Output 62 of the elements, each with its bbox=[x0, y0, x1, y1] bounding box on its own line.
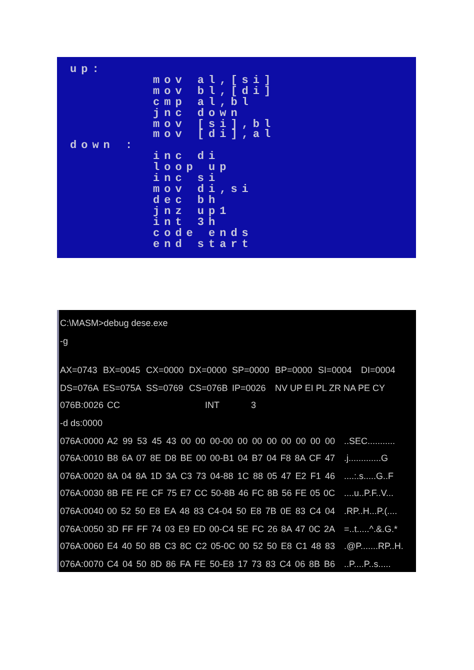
register-value: CS=076B bbox=[189, 382, 229, 395]
code-label: up: bbox=[70, 65, 104, 76]
dump-ascii: .j.............G bbox=[344, 452, 388, 466]
dump-ascii: ....:.s.....G..F bbox=[344, 470, 394, 483]
register-value: CX=0000 bbox=[146, 364, 185, 378]
dump-bytes: A2 99 53 45 43 00 00 00-00 00 00 00 00 00 00 00 bbox=[107, 434, 335, 448]
dump-address: 076A:0060 bbox=[60, 540, 105, 554]
code-line: mov al,[si] bbox=[153, 76, 276, 87]
instruction-operand: 3 bbox=[251, 399, 256, 412]
dump-ascii: .@P.......RP..H. bbox=[344, 540, 404, 554]
code-line: code ends bbox=[153, 228, 253, 240]
code-line: jnz up1 bbox=[153, 206, 231, 218]
register-value: DX=0000 bbox=[189, 364, 228, 378]
code-line: jnc down bbox=[153, 108, 242, 120]
code-line: dec bh bbox=[153, 196, 220, 207]
register-value: DS=076A bbox=[60, 382, 100, 395]
flags-text: NV UP EI PL ZR NA PE CY bbox=[275, 382, 386, 395]
instruction-bytes: CC bbox=[107, 399, 121, 412]
register-value: IP=0026 bbox=[232, 382, 267, 395]
code-line: int 3h bbox=[153, 218, 220, 229]
dump-address: 076A:0020 bbox=[60, 470, 105, 483]
dump-ascii: ..SEC........... bbox=[344, 434, 396, 448]
code-label: down : bbox=[70, 141, 137, 152]
dump-address: 076A:0000 bbox=[60, 434, 105, 448]
register-value: SP=0000 bbox=[232, 364, 270, 378]
dump-bytes: 8A 04 8A 1D 3A C3 73 04-88 1C 88 05 47 E2 F1 46 bbox=[107, 470, 335, 483]
dump-bytes: C4 04 50 8D 86 FA FE 50-E8 17 73 83 C4 06 8B B6 bbox=[107, 558, 335, 571]
code-line: mov [si],bl bbox=[153, 120, 276, 130]
console-line: -g bbox=[60, 334, 68, 348]
dump-bytes: B8 6A 07 8E D8 BE 00 00-B1 04 B7 04 F8 8A CF 47 bbox=[107, 452, 335, 466]
console-line: -d ds:0000 bbox=[60, 416, 103, 430]
register-value: BP=0000 bbox=[275, 364, 314, 378]
dump-bytes: 8B FE FE CF 75 E7 CC 50-8B 46 FC 8B 56 FE 05 0C bbox=[107, 487, 335, 500]
dump-address: 076A:0050 bbox=[60, 522, 105, 536]
console-line: C:\MASM>debug dese.exe bbox=[60, 317, 168, 330]
register-value: BX=0045 bbox=[103, 364, 142, 378]
dump-address: 076A:0040 bbox=[60, 504, 105, 518]
register-value: SI=0004 bbox=[318, 364, 353, 378]
code-line: loop up bbox=[153, 163, 231, 174]
dump-ascii: ..P....P..s..... bbox=[344, 558, 391, 571]
instruction-mnemonic: INT bbox=[205, 399, 220, 412]
dump-ascii: =..t.....^.&.G.* bbox=[344, 522, 398, 536]
register-value: AX=0743 bbox=[60, 364, 98, 378]
code-line: inc di bbox=[153, 152, 220, 164]
dump-address: 076A:0070 bbox=[60, 558, 105, 571]
dump-bytes: 3D FF FF 74 03 E9 ED 00-C4 5E FC 26 8A 47 0C 2A bbox=[107, 522, 335, 536]
dump-ascii: .RP..H...P.(.... bbox=[344, 504, 398, 518]
dump-bytes: E4 40 50 8B C3 8C C2 05-0C 00 52 50 E8 C1 48 83 bbox=[107, 540, 335, 554]
dump-ascii: ....u..P.F..V... bbox=[344, 487, 394, 500]
register-value: ES=075A bbox=[103, 382, 142, 395]
code-line: mov di,si bbox=[153, 184, 253, 196]
code-line: mov bl,[di] bbox=[153, 86, 276, 98]
dump-bytes: 00 52 50 E8 EA 48 83 C4-04 50 E8 7B 0E 83 C4 04 bbox=[107, 504, 335, 518]
dump-address: 076A:0010 bbox=[60, 452, 105, 466]
code-line: end start bbox=[153, 240, 253, 250]
dump-address: 076A:0030 bbox=[60, 487, 105, 500]
code-line: cmp al,bl bbox=[153, 98, 253, 109]
code-line: mov [di],al bbox=[153, 130, 276, 142]
register-value: SS=0769 bbox=[146, 382, 184, 395]
code-line: inc si bbox=[153, 174, 220, 185]
register-value: DI=0004 bbox=[361, 364, 396, 378]
instruction-address: 076B:0026 bbox=[60, 399, 105, 412]
